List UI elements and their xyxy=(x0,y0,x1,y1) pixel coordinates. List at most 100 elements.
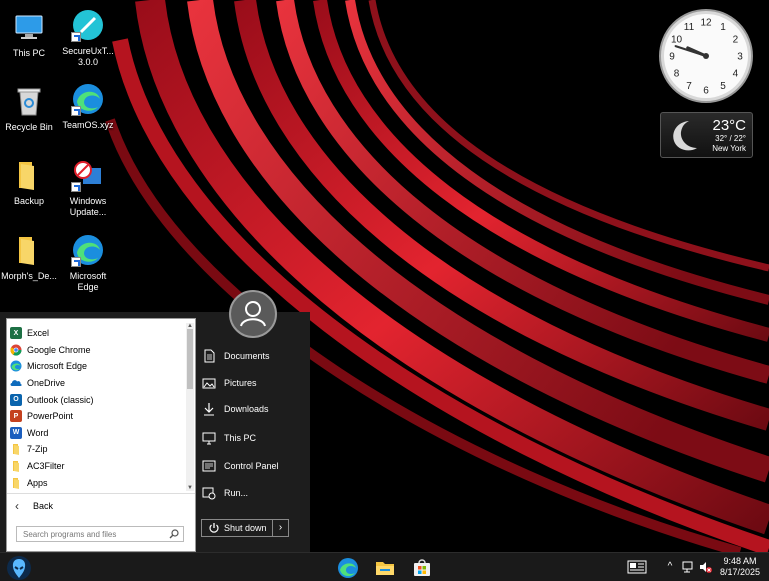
computer-icon xyxy=(12,10,46,44)
folder-icon xyxy=(12,233,46,267)
weather-city: New York xyxy=(712,144,746,153)
program-item[interactable]: AC3Filter xyxy=(7,458,187,475)
clock-number: 10 xyxy=(671,35,683,46)
desktop-icon-label: Backup xyxy=(13,196,45,206)
desktop-icon-teamos[interactable]: TeamOS.xyz xyxy=(60,82,116,131)
desktop-icon-morphs[interactable]: Morph's_De... xyxy=(1,233,57,282)
program-item[interactable]: Microsoft Edge xyxy=(7,358,187,375)
program-item-label: Excel xyxy=(27,328,50,339)
powerpoint-icon: P xyxy=(10,410,22,423)
clock-number: 1 xyxy=(720,22,726,33)
program-item-label: OneDrive xyxy=(27,378,66,389)
downloads-icon xyxy=(202,402,216,416)
onedrive-icon xyxy=(10,377,22,389)
desktop-icon-secureuxtheme[interactable]: SecureUxT... 3.0.0 xyxy=(60,8,116,68)
program-list: X Excel Google Chrome Microsoft Edge OneDriv… xyxy=(7,325,187,489)
edge-icon xyxy=(10,360,22,372)
user-icon xyxy=(240,301,266,327)
show-hidden-icons-chevron-up-icon[interactable]: ^ xyxy=(663,560,677,574)
start-menu-link-downloads[interactable]: Downloads xyxy=(202,400,306,418)
clock-number: 5 xyxy=(720,81,726,92)
weather-temperature: 23°C xyxy=(712,117,746,134)
start-menu-link-label: Pictures xyxy=(224,378,257,388)
shortcut-arrow-icon xyxy=(71,182,81,192)
clock-number: 3 xyxy=(737,52,743,63)
start-menu-link-control-panel[interactable]: Control Panel xyxy=(202,457,306,475)
pictures-icon xyxy=(202,376,216,390)
desktop-icon-backup[interactable]: Backup xyxy=(1,158,57,207)
clock-number: 11 xyxy=(684,22,695,33)
clock-number: 4 xyxy=(733,69,739,80)
clock-number: 7 xyxy=(686,81,692,92)
program-item-label: Apps xyxy=(27,477,48,488)
program-item-label: Outlook (classic) xyxy=(27,394,94,405)
program-item[interactable]: P PowerPoint xyxy=(7,408,187,425)
program-item[interactable]: OneDrive xyxy=(7,375,187,392)
program-item[interactable]: Apps xyxy=(7,474,187,489)
desktop-icon-recycle-bin[interactable]: Recycle Bin xyxy=(1,84,57,133)
scroll-thumb[interactable] xyxy=(187,329,193,389)
shutdown-button[interactable]: Shut down › xyxy=(201,519,289,537)
back-button[interactable]: ‹ Back xyxy=(7,493,195,517)
chrome-icon xyxy=(10,344,22,356)
program-item-label: Google Chrome xyxy=(27,344,91,355)
program-list-scrollbar[interactable]: ▲ ▼ xyxy=(186,323,194,491)
clock-gadget[interactable]: 12 12 3 45678 9 1011 xyxy=(658,8,754,104)
start-menu-programs-pane: X Excel Google Chrome Microsoft Edge OneDriv… xyxy=(6,318,196,552)
folder-icon xyxy=(12,158,46,192)
desktop-icon-label: Morph's_De... xyxy=(1,271,57,281)
volume-muted-icon[interactable] xyxy=(698,560,712,574)
start-menu-link-documents[interactable]: Documents xyxy=(202,347,306,365)
shortcut-arrow-icon xyxy=(71,32,81,42)
taskbar-clock[interactable]: 9:48 AM 8/17/2025 xyxy=(719,556,761,578)
start-button-alien-icon[interactable] xyxy=(6,555,32,581)
power-icon xyxy=(209,523,219,533)
user-avatar[interactable] xyxy=(229,290,277,338)
taskbar-date: 8/17/2025 xyxy=(719,567,761,577)
search-input[interactable]: Search programs and files xyxy=(16,526,184,542)
desktop-icon-windows-update[interactable]: Windows Update... xyxy=(60,158,116,218)
weather-range: 32° / 22° xyxy=(715,134,746,143)
program-item-label: Word xyxy=(27,427,49,438)
taskbar-store-button[interactable] xyxy=(411,557,433,579)
word-icon: W xyxy=(10,426,22,439)
edge-icon xyxy=(338,558,358,578)
desktop-icon-this-pc[interactable]: This PC xyxy=(1,10,57,59)
weather-gadget[interactable]: 23°C 32° / 22° New York xyxy=(660,112,753,158)
taskbar-file-explorer-button[interactable] xyxy=(374,557,396,579)
taskbar-time: 9:48 AM xyxy=(723,556,757,566)
desktop-icon-label: Microsoft Edge xyxy=(69,271,107,292)
program-item[interactable]: Google Chrome xyxy=(7,342,187,359)
desktop-icon-label: TeamOS.xyz xyxy=(62,120,114,130)
folder-icon xyxy=(10,460,22,473)
shortcut-arrow-icon xyxy=(71,257,81,267)
network-icon[interactable] xyxy=(681,560,695,574)
clock-number: 6 xyxy=(703,86,709,97)
program-item[interactable]: 7-Zip xyxy=(7,441,187,458)
program-item[interactable]: O Outlook (classic) xyxy=(7,391,187,408)
run-icon xyxy=(202,486,216,500)
start-menu-link-label: This PC xyxy=(224,433,257,443)
program-item[interactable]: X Excel xyxy=(7,325,187,342)
program-item-label: 7-Zip xyxy=(27,444,48,455)
documents-icon xyxy=(202,349,216,363)
program-item[interactable]: W Word xyxy=(7,425,187,442)
file-explorer-icon xyxy=(376,562,394,575)
taskbar: ^ 9:48 AM 8/17/2025 xyxy=(0,552,769,581)
outlook-icon: O xyxy=(10,393,22,406)
start-menu-link-computer[interactable]: This PC xyxy=(202,429,306,447)
start-menu-link-label: Downloads xyxy=(224,404,269,414)
excel-icon: X xyxy=(10,327,22,340)
shutdown-label: Shut down xyxy=(224,523,267,533)
start-menu-link-label: Control Panel xyxy=(224,461,279,471)
start-menu-link-pictures[interactable]: Pictures xyxy=(202,374,306,392)
clock-number: 2 xyxy=(733,35,739,46)
windows-update-blocker-icon xyxy=(71,158,105,192)
shutdown-options-chevron-icon[interactable]: › xyxy=(272,520,288,536)
taskbar-edge-button[interactable] xyxy=(337,557,359,579)
clock-number: 12 xyxy=(700,18,712,29)
scroll-down-icon[interactable]: ▼ xyxy=(186,485,194,491)
start-menu-link-run[interactable]: Run... xyxy=(202,484,306,502)
desktop-icon-microsoft-edge[interactable]: Microsoft Edge xyxy=(60,233,116,293)
news-widget-icon[interactable] xyxy=(627,560,647,574)
